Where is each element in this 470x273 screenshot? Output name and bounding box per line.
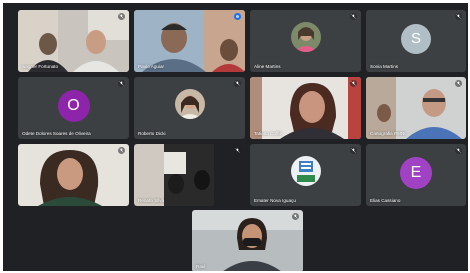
mic-off-icon: [118, 13, 125, 20]
video-feed: [192, 210, 303, 271]
participant-name: Cartografia PMNI: [370, 131, 406, 136]
mic-off-icon: [234, 147, 241, 154]
mic-off-icon: [455, 147, 462, 154]
participant-name: Raul: [196, 264, 206, 269]
participant-tile-renata[interactable]: Renata Silva: [134, 144, 245, 206]
participant-name: Odete Dolores Soares de Oliveira: [22, 131, 91, 136]
profile-photo: [290, 156, 321, 187]
participant-tile-sonia[interactable]: S Sonia Martins: [366, 10, 466, 72]
mic-off-icon: [350, 13, 357, 20]
participant-tile-raul[interactable]: Raul: [192, 210, 303, 271]
participant-name: Aline Martins: [254, 64, 281, 69]
video-feed: [134, 144, 245, 206]
participant-name: Sonia Martins: [370, 64, 399, 69]
participant-tile-unnamed[interactable]: [18, 144, 129, 206]
mic-off-icon: [118, 80, 125, 87]
meeting-grid: wagner Fortunato Paulo Aguiar Aline Mart…: [3, 3, 468, 271]
mic-off-icon: [455, 80, 462, 87]
participant-tile-wagner[interactable]: wagner Fortunato: [18, 10, 129, 72]
participant-name: Emater Nova Iguaçu: [254, 198, 296, 203]
video-feed: [18, 10, 129, 72]
video-feed: [250, 77, 361, 139]
avatar: E: [400, 156, 432, 189]
participant-tile-elias[interactable]: E Elias Cassiano: [366, 144, 466, 206]
video-feed: [134, 10, 245, 72]
participant-name: Tatiana Coffle: [254, 131, 283, 136]
participant-tile-emater[interactable]: Emater Nova Iguaçu: [250, 144, 361, 206]
participant-tile-cartografia[interactable]: Cartografia PMNI: [366, 77, 466, 139]
avatar: O: [57, 89, 90, 122]
participant-name: wagner Fortunato: [22, 64, 59, 69]
video-feed: [18, 144, 129, 206]
profile-photo: [290, 22, 321, 53]
participant-tile-odete[interactable]: O Odete Dolores Soares de Oliveira: [18, 77, 129, 139]
participant-name: Renata Silva: [138, 198, 165, 203]
participant-tile-roberto[interactable]: Roberto Dicki: [134, 77, 245, 139]
mic-off-icon: [350, 80, 357, 87]
participant-name: Roberto Dicki: [138, 131, 166, 136]
participant-tile-paulo[interactable]: Paulo Aguiar: [134, 10, 245, 72]
participant-tile-aline[interactable]: Aline Martins: [250, 10, 361, 72]
mic-off-icon: [292, 213, 299, 220]
participant-tile-tatiana[interactable]: Tatiana Coffle: [250, 77, 361, 139]
profile-photo: [174, 89, 205, 120]
audio-wave-icon: [234, 13, 241, 20]
avatar: S: [401, 23, 431, 54]
mic-off-icon: [234, 80, 241, 87]
mic-off-icon: [455, 13, 462, 20]
mic-off-icon: [118, 147, 125, 154]
mic-off-icon: [350, 147, 357, 154]
participant-name: Elias Cassiano: [370, 198, 401, 203]
participant-name: Paulo Aguiar: [138, 64, 165, 69]
video-feed: [366, 77, 466, 139]
